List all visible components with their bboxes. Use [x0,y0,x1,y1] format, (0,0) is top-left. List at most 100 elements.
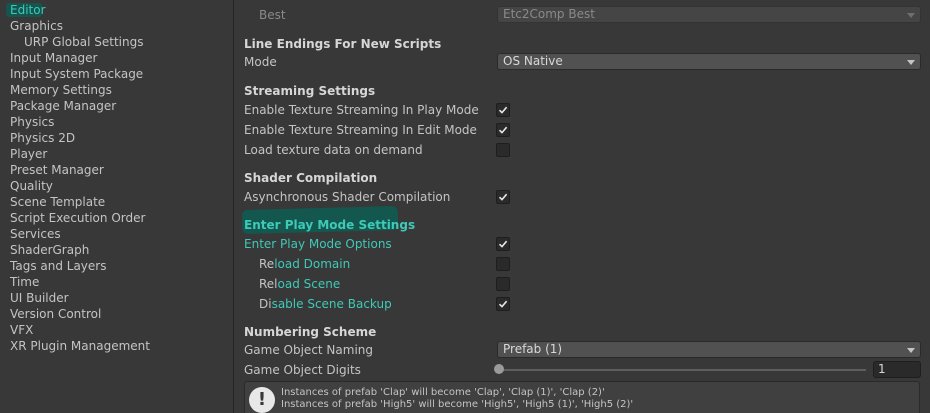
sidebar-item-label: Physics 2D [10,131,76,145]
reload-scene-row: Reload Scene [244,274,920,294]
chevron-down-icon [907,13,915,18]
sidebar-item-input-manager[interactable]: Input Manager [0,50,233,66]
game-object-naming-label: Game Object Naming [244,343,374,357]
editor-settings-panel: Best Etc2Comp Best Line Endings For New … [234,0,930,413]
mode-dropdown[interactable]: OS Native [497,53,921,70]
sidebar-item-memory-settings[interactable]: Memory Settings [0,82,233,98]
reload-domain-checkbox[interactable] [496,257,510,271]
streaming-edit-mode-label: Enable Texture Streaming In Edit Mode [244,123,477,137]
checkmark-icon [498,126,508,134]
game-object-naming-dropdown[interactable]: Prefab (1) [497,341,921,358]
shader-compilation-header: Shader Compilation [244,171,378,185]
warning-info-icon: ! [249,387,275,413]
sidebar-item-label: Script Execution Order [10,211,146,225]
reload-scene-label-start: Rel [259,277,278,291]
mode-row: Mode OS Native [244,52,921,72]
sidebar-item-vfx[interactable]: VFX [0,322,233,338]
async-shader-row: Asynchronous Shader Compilation [244,187,920,207]
streaming-play-mode-checkbox[interactable] [496,103,510,117]
sidebar-item-scene-template[interactable]: Scene Template [0,194,233,210]
settings-sidebar: Editor Graphics URP Global Settings Input M… [0,0,234,413]
mode-dropdown-value: OS Native [503,54,563,68]
game-object-naming-row: Game Object Naming Prefab (1) [244,340,921,360]
best-row: Best Etc2Comp Best [244,5,921,25]
sidebar-item-package-manager[interactable]: Package Manager [0,98,233,114]
reload-scene-label-end: oad Scene [277,277,341,291]
async-shader-checkbox[interactable] [496,190,510,204]
sidebar-item-label: Memory Settings [10,83,112,97]
sidebar-item-tags-and-layers[interactable]: Tags and Layers [0,258,233,274]
sidebar-item-urp-global-settings[interactable]: URP Global Settings [0,34,233,50]
numbering-help-box: ! Instances of prefab 'Clap' will become… [244,381,920,413]
sidebar-item-label: Input System Package [10,67,144,81]
sidebar-item-services[interactable]: Services [0,226,233,242]
game-object-digits-label: Game Object Digits [244,363,361,377]
sidebar-item-xr-plugin-management[interactable]: XR Plugin Management [0,338,233,354]
reload-domain-label-start: Re [259,257,275,271]
play-mode-options-row: Enter Play Mode Options [244,234,920,254]
sidebar-item-physics[interactable]: Physics [0,114,233,130]
disable-scene-backup-row: Disable Scene Backup [244,294,920,314]
project-settings-window: Editor Graphics URP Global Settings Input M… [0,0,930,413]
best-dropdown[interactable]: Etc2Comp Best [497,6,921,23]
sidebar-item-label: Graphics [10,19,63,33]
streaming-edit-mode-checkbox[interactable] [496,123,510,137]
checkmark-icon [498,240,508,248]
reload-domain-label-end: load Domain [274,257,351,271]
sidebar-item-label: Quality [10,179,53,193]
sidebar-item-label: Time [10,275,40,289]
sidebar-item-version-control[interactable]: Version Control [0,306,233,322]
sidebar-item-label: Services [10,227,61,241]
line-endings-header: Line Endings For New Scripts [244,37,442,51]
reload-scene-checkbox[interactable] [496,277,510,291]
checkmark-icon [498,106,508,114]
help-line-1: Instances of prefab 'Clap' will become '… [281,387,605,398]
sidebar-item-shadergraph[interactable]: ShaderGraph [0,242,233,258]
sidebar-item-label: Input Manager [10,51,98,65]
checkmark-icon [498,193,508,201]
play-mode-settings-header: Enter Play Mode Settings [244,218,416,232]
async-shader-label: Asynchronous Shader Compilation [244,190,451,204]
sidebar-item-ui-builder[interactable]: UI Builder [0,290,233,306]
sidebar-item-label: Tags and Layers [10,259,107,273]
sidebar-item-label: Player [10,147,48,161]
disable-scene-backup-label: Disable Scene Backup [259,294,392,314]
numbering-scheme-header: Numbering Scheme [244,325,377,339]
sidebar-item-physics-2d[interactable]: Physics 2D [0,130,233,146]
sidebar-item-editor[interactable]: Editor [0,2,233,18]
load-on-demand-row: Load texture data on demand [244,140,920,160]
sidebar-item-input-system-package[interactable]: Input System Package [0,66,233,82]
game-object-digits-row: Game Object Digits 1 [244,360,921,380]
sidebar-item-time[interactable]: Time [0,274,233,290]
streaming-play-mode-label: Enable Texture Streaming In Play Mode [244,103,479,117]
disable-scene-backup-label-start: Di [259,297,272,311]
sidebar-item-quality[interactable]: Quality [0,178,233,194]
sidebar-item-label: Package Manager [10,99,117,113]
chevron-down-icon [907,60,915,65]
load-on-demand-label: Load texture data on demand [244,143,423,157]
sidebar-item-label: Editor [10,3,46,17]
help-text: Instances of prefab 'Clap' will become '… [281,387,633,411]
game-object-digits-field[interactable]: 1 [873,361,921,378]
best-dropdown-value: Etc2Comp Best [503,7,595,21]
sidebar-item-label: Scene Template [10,195,106,209]
streaming-edit-mode-row: Enable Texture Streaming In Edit Mode [244,120,920,140]
streaming-settings-header: Streaming Settings [244,84,376,98]
sidebar-item-player[interactable]: Player [0,146,233,162]
streaming-play-mode-row: Enable Texture Streaming In Play Mode [244,100,920,120]
sidebar-item-preset-manager[interactable]: Preset Manager [0,162,233,178]
load-on-demand-checkbox[interactable] [496,143,510,157]
play-mode-options-label: Enter Play Mode Options [244,237,392,251]
game-object-naming-value: Prefab (1) [503,342,563,356]
sidebar-item-graphics[interactable]: Graphics [0,18,233,34]
checkmark-icon [498,300,508,308]
play-mode-options-checkbox[interactable] [496,237,510,251]
best-label: Best [259,8,286,22]
sidebar-item-label: ShaderGraph [10,243,90,257]
slider-handle[interactable] [494,364,504,374]
disable-scene-backup-checkbox[interactable] [496,297,510,311]
sidebar-list: Editor Graphics URP Global Settings Input M… [0,0,233,354]
game-object-digits-slider[interactable] [500,369,866,371]
sidebar-item-label: XR Plugin Management [10,339,150,353]
sidebar-item-script-execution-order[interactable]: Script Execution Order [0,210,233,226]
